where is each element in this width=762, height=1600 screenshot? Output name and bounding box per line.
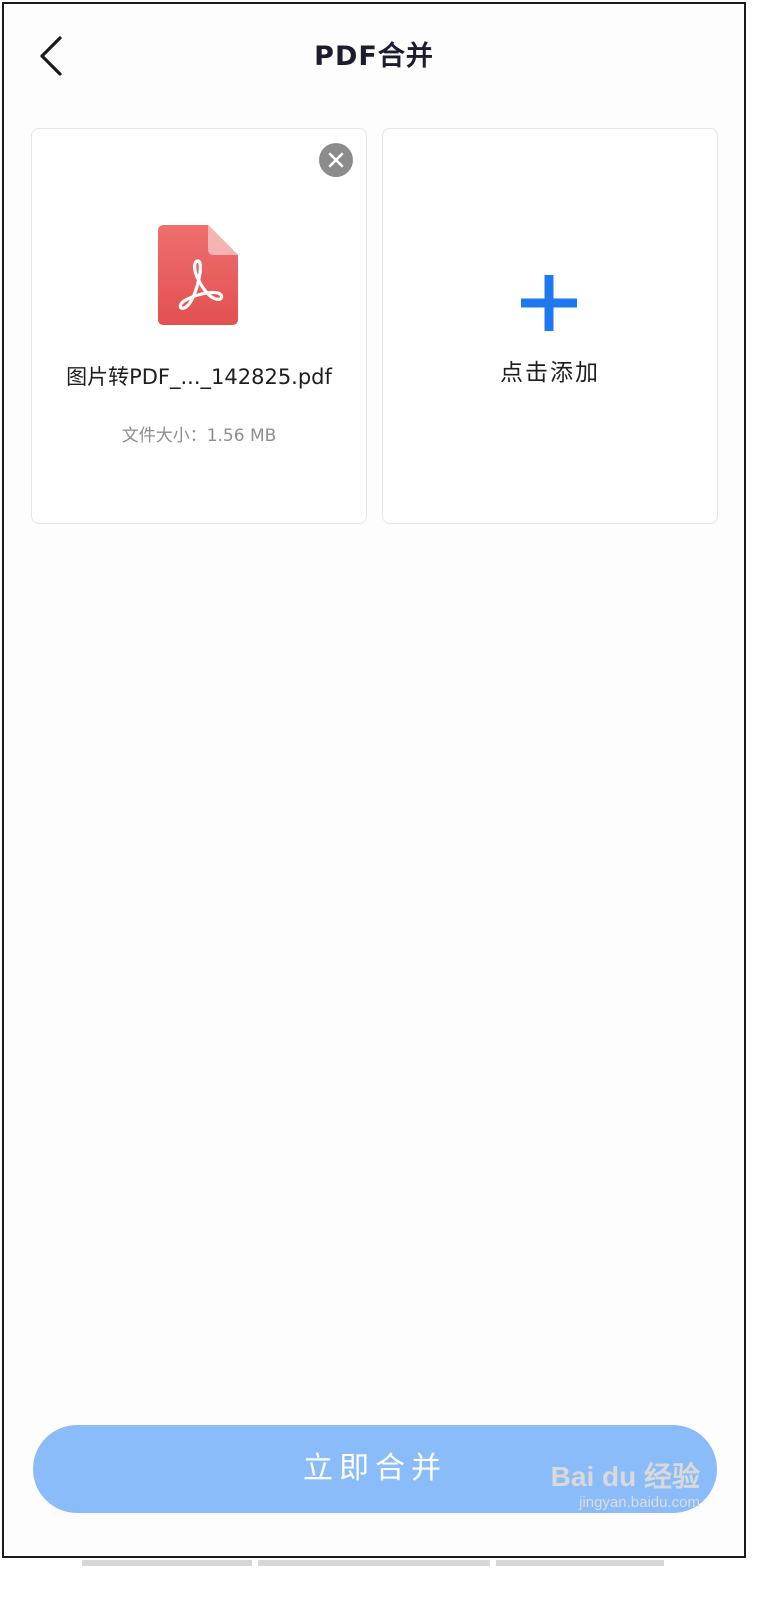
watermark-url: jingyan.baidu.com — [579, 1494, 700, 1511]
file-size: 文件大小：1.56 MB — [32, 421, 366, 446]
file-size-label: 文件大小： — [121, 426, 207, 446]
remove-file-button[interactable] — [319, 143, 353, 177]
file-name: 图片转PDF_..._142825.pdf — [66, 365, 332, 389]
plus-icon — [521, 275, 577, 331]
add-file-card[interactable]: 点击添加 — [382, 128, 718, 524]
add-file-label: 点击添加 — [500, 360, 600, 386]
bottom-strip-segment — [258, 1560, 490, 1566]
pdf-file-icon — [158, 225, 238, 325]
watermark-brand: Bai du 经验 — [550, 1461, 700, 1492]
bottom-strip-segment — [82, 1560, 252, 1566]
file-card[interactable]: 图片转PDF_..._142825.pdf 文件大小：1.56 MB — [31, 128, 367, 524]
file-size-value: 1.56 MB — [206, 426, 277, 446]
close-icon — [328, 152, 344, 168]
app-screen: PDF合并 图片转PDF_..._142825.pdf 文件大小：1.56 MB… — [2, 2, 746, 1558]
header-bar: PDF合并 — [4, 4, 744, 104]
page-title: PDF合并 — [314, 41, 434, 72]
bottom-strip-segment — [496, 1560, 664, 1566]
watermark-logo: Bai du 经验 jingyan.baidu.com — [550, 1461, 700, 1511]
